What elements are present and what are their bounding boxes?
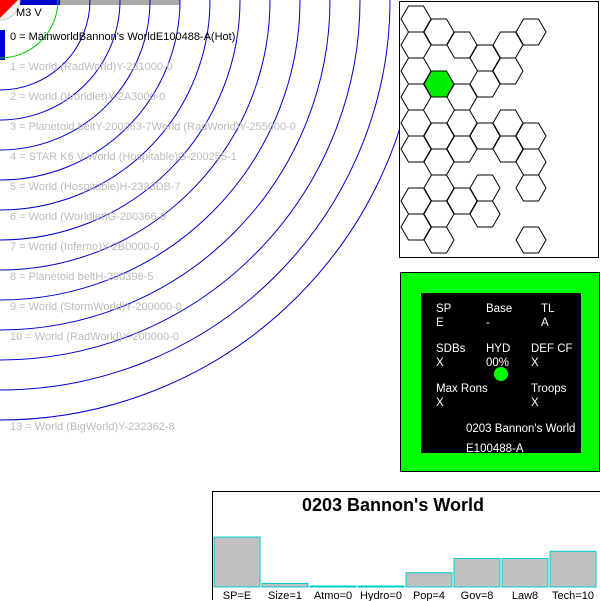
side-scale-bar: [0, 30, 5, 60]
mainworld-label: 0 = MainworldBannon's WorldE100488-A(Hot…: [10, 31, 236, 43]
orbit-label: 6 = World (Worldlet)G-200366-9: [10, 211, 167, 223]
bar: [405, 572, 453, 588]
world-info-box: SP E Base - TL A SDBs X HYD 00% DEF CF X…: [421, 293, 581, 455]
bar-label: Atmo=0: [314, 590, 352, 601]
bar: [453, 557, 501, 588]
orbit-label: 2 = World (Worldlet)Y-2A3000-0: [10, 91, 166, 103]
troops-label: Troops: [531, 383, 567, 395]
base-label: Base: [486, 303, 513, 315]
troops-value: X: [531, 397, 539, 409]
sp-value: E: [436, 317, 444, 329]
bar-label: Law8: [512, 590, 538, 601]
sdbs-label: SDBs: [436, 343, 466, 355]
orbit-label: 8 = Planetoid beltH-200396-5: [10, 271, 154, 283]
sdbs-value: X: [436, 357, 444, 369]
hex-cell[interactable]: [515, 226, 547, 254]
bar-label: Pop=4: [413, 590, 445, 601]
orbit-label: 5 = World (Hospitable)H-2323DB-7: [10, 181, 181, 193]
orbit-ring: [0, 0, 301, 301]
bar: [357, 585, 405, 588]
bar: [549, 550, 597, 588]
orbit-label: 4 = STAR K6 V World (Hospitable)G-200255…: [10, 151, 237, 163]
orbit-label: 10 = World (RadWorld)Y-200000-0: [10, 331, 179, 343]
defcf-label: DEF CF: [531, 343, 573, 355]
maxrons-value: X: [436, 397, 444, 409]
orbit-label: 3 = Planetoid beltY-200363-7World (RadWo…: [10, 121, 296, 133]
bar-label: Size=1: [268, 590, 302, 601]
hex-grid[interactable]: [400, 2, 599, 258]
tl-label: TL: [541, 303, 555, 315]
hyd-label: HYD: [486, 343, 511, 355]
orbit-label: 9 = World (StormWorld)Y-200000-0: [10, 301, 182, 313]
hex-map[interactable]: [399, 1, 599, 258]
orbit-label: 1 = World (RadWorld)Y-231000-0: [10, 61, 173, 73]
sp-label: SP: [436, 303, 452, 315]
bar-label: SP=E: [223, 590, 251, 601]
bar: [213, 536, 261, 588]
defcf-value: X: [531, 357, 539, 369]
orbit-label: 7 = World (Inferno)Y-2B0000-0: [10, 241, 160, 253]
bar-label: Hydro=0: [360, 590, 402, 601]
star-label: M3 V: [16, 7, 42, 19]
world-name: 0203 Bannon's World: [466, 423, 576, 435]
bar: [261, 582, 309, 588]
orbit-label: 13 = World (BigWorld)Y-232362-8: [10, 421, 175, 433]
uwp-bar-chart-panel: SP=E Size=1 Atmo=0 Hydro=0 Pop=4 Gov=8 Law8 Tec…: [212, 491, 600, 601]
world-indicator-icon: [494, 367, 508, 381]
bar: [501, 557, 549, 588]
base-value: -: [486, 317, 490, 329]
maxrons-label: Max Rons: [436, 383, 488, 395]
world-uwp: E100488-A: [466, 443, 524, 455]
world-info-panel: SP E Base - TL A SDBs X HYD 00% DEF CF X…: [400, 272, 600, 472]
chart-title: 0203 Bannon's World: [302, 495, 484, 515]
hex-cell[interactable]: [515, 174, 547, 202]
bar: [309, 585, 357, 588]
tl-value: A: [541, 317, 549, 329]
bar-label: Tech=10: [552, 590, 594, 601]
bar-label: Gov=8: [461, 590, 494, 601]
